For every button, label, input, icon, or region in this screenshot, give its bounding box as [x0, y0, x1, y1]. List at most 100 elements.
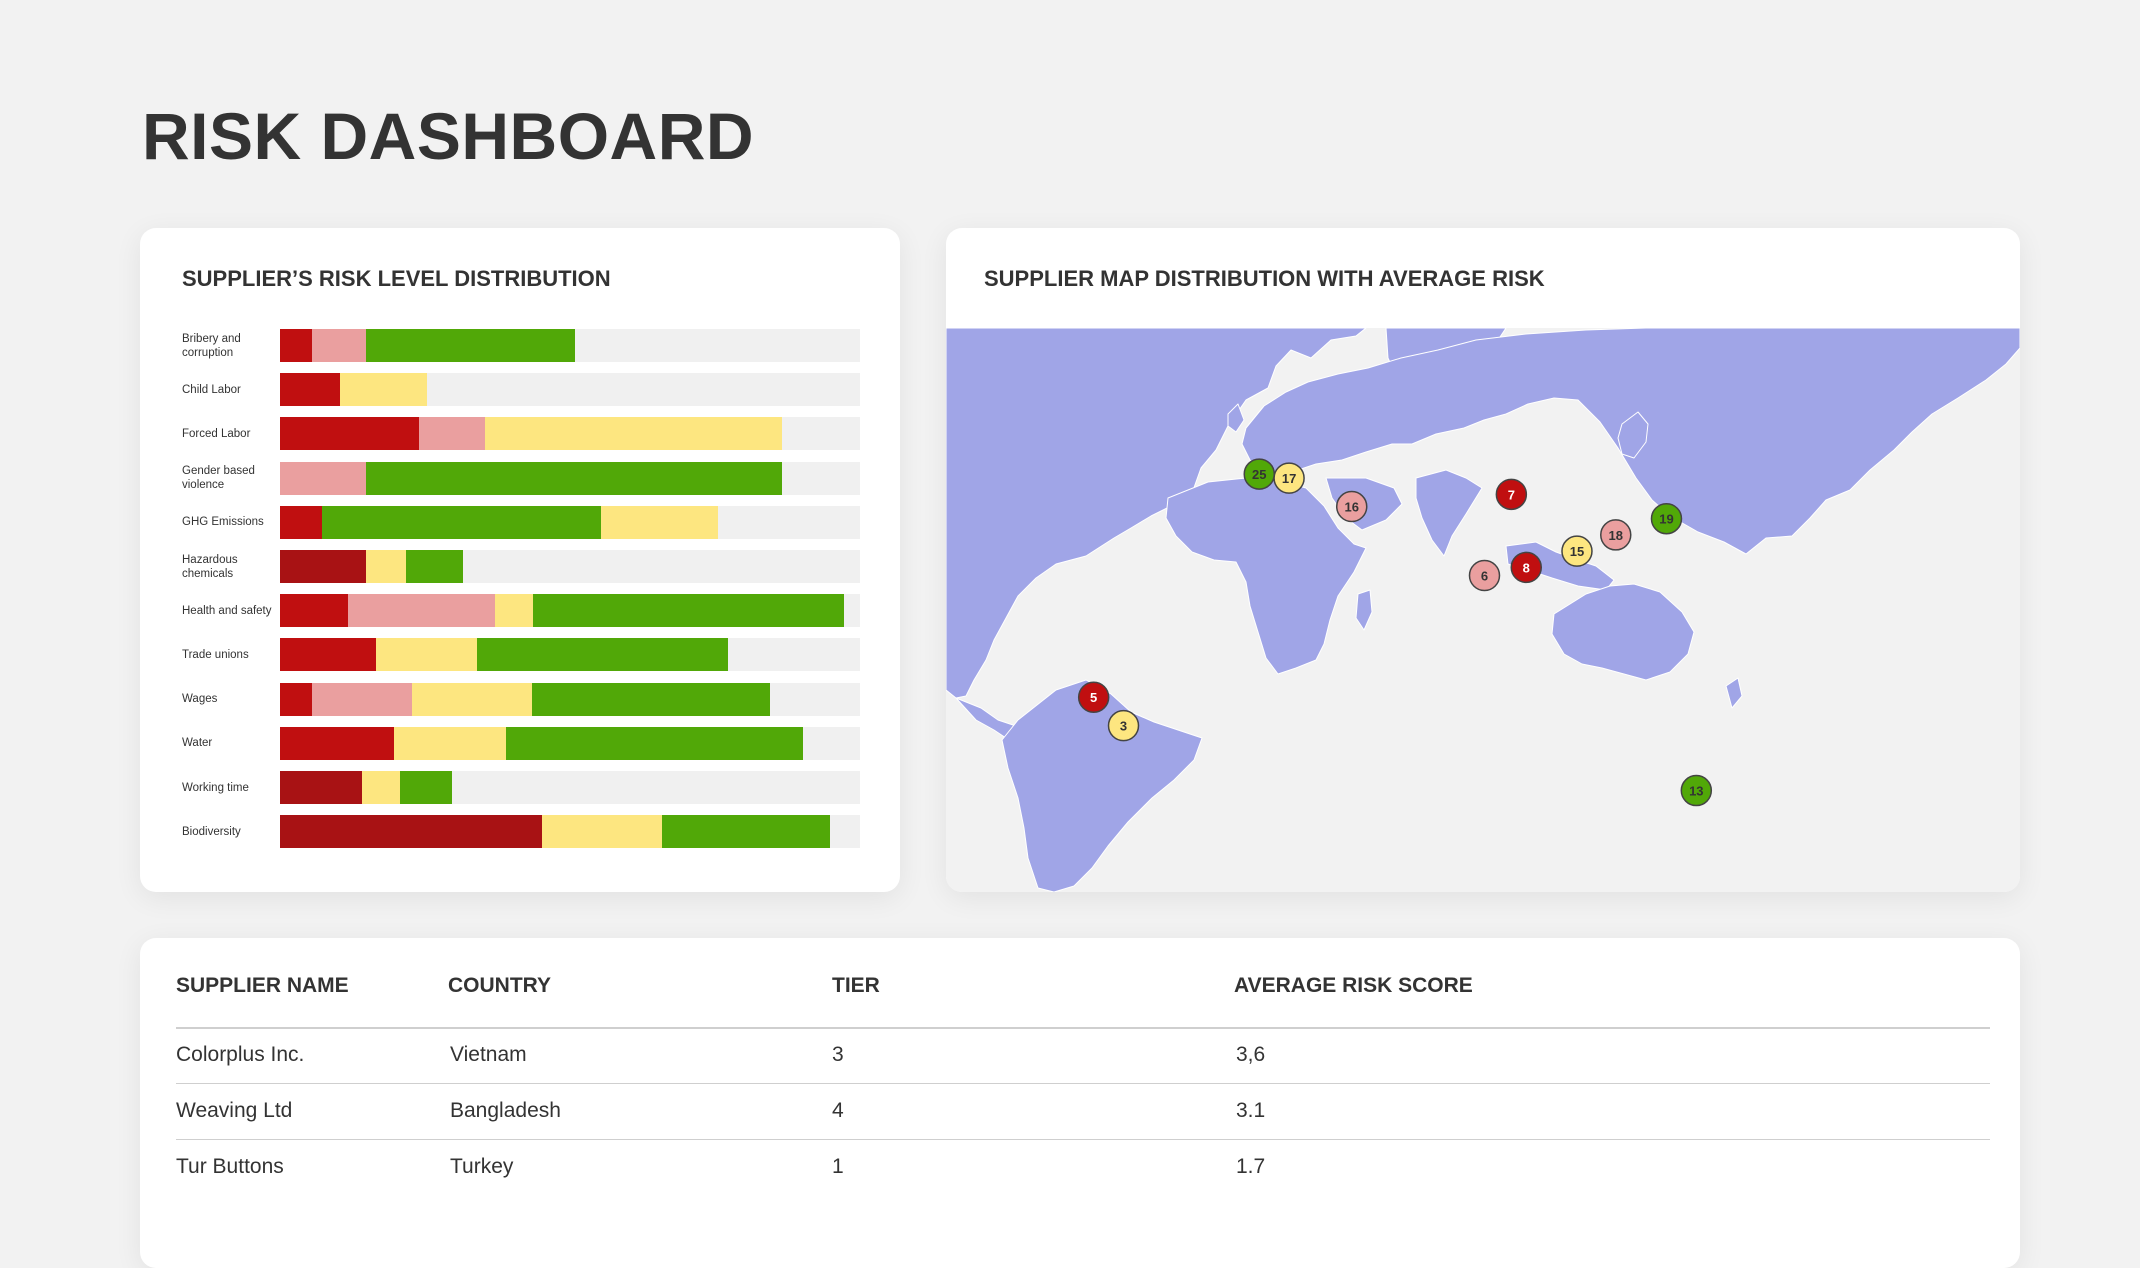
map-marker[interactable]: 16 [1335, 490, 1368, 523]
risk-row-label: Bribery and corruption [182, 332, 241, 359]
column-header-average-risk-score[interactable]: AVERAGE RISK SCORE [1234, 974, 1473, 998]
table-cell-tier: 4 [832, 1099, 844, 1122]
map-marker[interactable]: 8 [1510, 551, 1543, 584]
table-cell-tier: 3 [832, 1043, 844, 1066]
map-marker[interactable]: 13 [1680, 774, 1713, 807]
risk-bar-segment-low[interactable] [394, 726, 507, 760]
risk-bar-segment-medium[interactable] [348, 594, 495, 628]
column-header-tier[interactable]: TIER [832, 974, 880, 998]
risk-bar-segment-very-high[interactable] [280, 815, 543, 849]
risk-bar-segment-high[interactable] [280, 682, 312, 716]
risk-bar-segment-very-high[interactable] [280, 550, 366, 583]
risk-bar-segment-low[interactable] [340, 373, 428, 407]
land-south-america [1001, 679, 1203, 892]
risk-bar-segment-very-low[interactable] [532, 594, 844, 628]
risk-bar-track[interactable] [280, 682, 860, 716]
risk-bar-segment-very-low[interactable] [506, 726, 803, 760]
risk-distribution-title: SUPPLIER’S RISK LEVEL DISTRIBUTION [182, 266, 611, 291]
table-cell-name[interactable]: Tur Buttons [176, 1155, 284, 1179]
risk-bar-segment-high[interactable] [280, 505, 323, 539]
map-marker[interactable]: 25 [1243, 458, 1275, 490]
risk-bar-segment-low[interactable] [485, 417, 782, 451]
risk-bar-segment-low[interactable] [600, 505, 719, 539]
risk-row-label: Hazardous chemicals [182, 553, 238, 580]
row-divider [176, 1083, 1990, 1084]
map-marker-label: 8 [1523, 560, 1530, 575]
risk-row-label: Biodiversity [182, 825, 241, 838]
map-marker[interactable]: 17 [1273, 462, 1305, 494]
risk-bar-track[interactable] [280, 329, 860, 362]
table-cell-tier: 1 [832, 1155, 844, 1178]
risk-bar-segment-low[interactable] [494, 594, 533, 628]
risk-bar-segment-very-low[interactable] [365, 461, 783, 495]
risk-bar-segment-very-low[interactable] [365, 329, 575, 362]
map-marker-label: 7 [1508, 487, 1515, 502]
risk-bar-track[interactable] [280, 638, 860, 672]
risk-bar-segment-very-low[interactable] [662, 815, 830, 849]
risk-bar-track[interactable] [280, 771, 860, 804]
map-marker[interactable]: 6 [1468, 559, 1501, 592]
land-masses [946, 328, 2020, 892]
risk-bar-track[interactable] [280, 815, 860, 849]
map-marker[interactable]: 15 [1561, 535, 1593, 567]
risk-bar-segment-very-low[interactable] [400, 771, 453, 804]
risk-row-label: Wages [182, 693, 218, 706]
risk-row-label: Water [182, 737, 213, 750]
risk-bar-segment-low[interactable] [411, 682, 532, 716]
risk-bar-segment-high[interactable] [280, 373, 341, 407]
risk-bar-segment-high[interactable] [280, 594, 349, 628]
risk-bar-track[interactable] [280, 726, 860, 760]
column-header-country[interactable]: COUNTRY [448, 974, 551, 998]
risk-row-label: Child Labor [182, 383, 241, 396]
table-cell-country: Bangladesh [450, 1099, 561, 1122]
risk-bar-track[interactable] [280, 461, 860, 495]
risk-bar-segment-high[interactable] [280, 329, 312, 362]
land-australia [1551, 583, 1695, 681]
map-marker[interactable]: 18 [1600, 519, 1632, 551]
map-marker[interactable]: 7 [1495, 478, 1528, 511]
risk-bar-segment-low[interactable] [365, 550, 407, 583]
column-header-supplier-name[interactable]: SUPPLIER NAME [176, 974, 349, 998]
map-marker-label: 15 [1570, 544, 1584, 559]
map-marker[interactable]: 5 [1077, 681, 1110, 713]
map-marker[interactable]: 3 [1107, 709, 1140, 742]
risk-bar-segment-low[interactable] [361, 771, 401, 804]
risk-bar-segment-low[interactable] [375, 638, 477, 672]
risk-bar-segment-very-high[interactable] [280, 771, 362, 804]
risk-bar-track[interactable] [280, 594, 860, 628]
table-cell-name[interactable]: Weaving Ltd [176, 1099, 292, 1123]
risk-distribution-card: SUPPLIER’S RISK LEVEL DISTRIBUTION Bribe… [140, 228, 900, 892]
map-marker-label: 17 [1282, 471, 1296, 486]
risk-bar-segment-high[interactable] [280, 726, 395, 760]
world-map[interactable]: 25 17 16 7 6 8 15 18 19 5 3 13 [946, 328, 2020, 892]
risk-bar-track[interactable] [280, 505, 860, 539]
risk-bar-segment-very-low[interactable] [322, 505, 601, 539]
risk-row-label: Gender based violence [182, 465, 255, 492]
map-marker-label: 16 [1344, 500, 1358, 515]
map-marker[interactable]: 19 [1650, 502, 1683, 535]
risk-bar-segment-medium[interactable] [311, 682, 412, 716]
map-marker-label: 13 [1689, 784, 1703, 799]
risk-bar-track[interactable] [280, 373, 860, 407]
risk-bar-segment-medium[interactable] [311, 329, 366, 362]
page-title: RISK DASHBOARD [142, 99, 755, 173]
table-cell-country: Vietnam [450, 1043, 527, 1066]
land-madagascar [1355, 589, 1373, 631]
risk-bar-segment-medium[interactable] [280, 461, 366, 495]
risk-bar-segment-very-low[interactable] [406, 550, 463, 583]
table-cell-score: 1.7 [1236, 1155, 1266, 1178]
map-marker-label: 3 [1120, 719, 1127, 734]
risk-bar-segment-low[interactable] [542, 815, 663, 849]
risk-bar-segment-very-low[interactable] [476, 638, 728, 672]
risk-bar-segment-high[interactable] [280, 417, 420, 451]
risk-row-label: Trade unions [182, 648, 249, 661]
risk-bar-segment-medium[interactable] [419, 417, 486, 451]
risk-row-label: Forced Labor [182, 427, 251, 440]
risk-bar-segment-very-low[interactable] [531, 682, 771, 716]
table-cell-name[interactable]: Colorplus Inc. [176, 1043, 304, 1067]
risk-bar-segment-high[interactable] [280, 638, 376, 672]
risk-bar-track[interactable] [280, 550, 860, 583]
risk-bar-track[interactable] [280, 417, 860, 451]
land-new-zealand [1725, 677, 1743, 709]
world-map-svg: 25 17 16 7 6 8 15 18 19 5 3 13 [946, 328, 2020, 892]
